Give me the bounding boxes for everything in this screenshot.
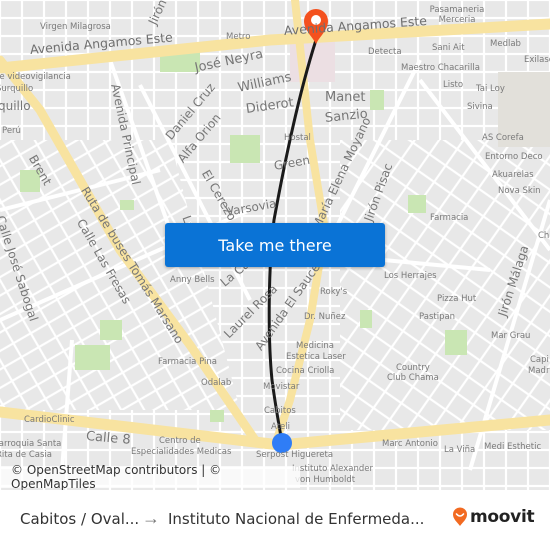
moovit-logo[interactable]: moovit bbox=[452, 507, 535, 527]
poi-label: Cocina Criolla bbox=[276, 366, 335, 376]
park bbox=[408, 195, 426, 213]
route-footer: Cabitos / Oval... → Instituto Nacional d… bbox=[0, 490, 550, 550]
poi-label: Sivina bbox=[467, 102, 493, 112]
poi-label: Detecta bbox=[368, 47, 402, 57]
poi-label: Chi bbox=[538, 231, 550, 241]
poi-label: Virgen Milagrosa bbox=[40, 22, 111, 32]
poi-label: Pizza Hut bbox=[437, 294, 477, 304]
poi-label: Anny Bells bbox=[170, 275, 215, 285]
poi-label: Entorno Deco bbox=[485, 152, 543, 162]
park bbox=[100, 320, 122, 340]
poi-label: Pasamaneria Merceria bbox=[429, 5, 485, 25]
park bbox=[360, 310, 372, 328]
poi-label: Dr. Nuñez bbox=[304, 312, 346, 322]
poi-label: quillo bbox=[0, 99, 31, 113]
poi-label: de videovigilancia bbox=[0, 72, 71, 82]
poi-label: Farmacia bbox=[430, 213, 469, 223]
poi-label: Los Herrajes bbox=[384, 271, 437, 281]
moovit-pin-icon bbox=[453, 507, 467, 526]
poi-label: Cabitos bbox=[264, 406, 296, 416]
poi-label: Movistar bbox=[263, 382, 300, 392]
poi-label: Capi bbox=[530, 355, 549, 365]
poi-label: Listo bbox=[443, 80, 464, 90]
poi-label: Perú bbox=[2, 126, 21, 136]
park bbox=[230, 135, 260, 163]
map-view[interactable]: Avenida Angamos Este Avenida Angamos Est… bbox=[0, 0, 550, 490]
poi-label: Farmacia Pina bbox=[158, 357, 217, 367]
poi-label: Centro de bbox=[159, 436, 201, 446]
poi-label: Instituto Alexander bbox=[292, 464, 373, 474]
poi-label: Medlab bbox=[490, 39, 521, 49]
poi-label: von Humboldt bbox=[295, 475, 356, 485]
poi-label: Exilase bbox=[524, 55, 550, 65]
poi-label: Surquillo bbox=[0, 84, 34, 94]
poi-label: Roky's bbox=[320, 287, 348, 297]
poi-label: Odalab bbox=[201, 378, 232, 388]
poi-label: Hostal bbox=[284, 133, 311, 143]
poi-label: Country bbox=[396, 363, 430, 373]
poi-label: Ateli bbox=[271, 422, 290, 432]
poi-label: Medi Esthetic bbox=[484, 442, 542, 452]
poi-label: Maestro Chacarilla bbox=[401, 63, 480, 73]
poi-label: Mar Grau bbox=[491, 331, 531, 341]
poi-label: Serpost Higuereta bbox=[256, 450, 334, 460]
arrow-right-icon: → bbox=[142, 508, 160, 528]
poi-label: Nova Skin bbox=[498, 186, 541, 196]
park bbox=[120, 200, 134, 210]
poi-label: Pastipan bbox=[419, 312, 456, 322]
poi-label: Sani Ait bbox=[432, 43, 465, 53]
street-label: Calle 8 bbox=[85, 429, 132, 448]
poi-label: Akuarelas bbox=[492, 170, 534, 180]
poi-label: Parroquia Santa bbox=[0, 439, 62, 449]
poi-label: Especialidades Medicas bbox=[131, 447, 232, 457]
park bbox=[370, 90, 384, 110]
poi-label: Metro bbox=[226, 32, 251, 42]
brand-name: moovit bbox=[470, 507, 535, 527]
destination-name: Instituto Nacional de Enfermeda... bbox=[168, 510, 425, 528]
poi-label: Estetica Laser bbox=[286, 352, 346, 362]
poi-label: AS Corefa bbox=[482, 133, 524, 143]
attribution-text[interactable]: © OpenStreetMap contributors | © OpenMap… bbox=[11, 463, 300, 490]
poi-label: Tai Loy bbox=[476, 84, 505, 94]
street-label: Manet bbox=[325, 90, 366, 105]
poi-label: CardioClinic bbox=[24, 415, 75, 425]
take-me-there-button[interactable]: Take me there bbox=[165, 223, 385, 267]
poi-label: Club Chama bbox=[387, 373, 439, 383]
poi-label: Madr bbox=[528, 366, 550, 376]
origin-stop-name: Cabitos / Oval... bbox=[20, 510, 140, 528]
park bbox=[210, 410, 224, 422]
poi-label: Medicina bbox=[296, 341, 334, 351]
park bbox=[75, 345, 110, 370]
poi-label: Rita de Casia bbox=[0, 450, 52, 460]
poi-label: Marc Antonio bbox=[382, 439, 438, 449]
park bbox=[445, 330, 467, 355]
poi-label: La Viña bbox=[444, 445, 476, 455]
map-attribution[interactable]: © OpenStreetMap contributors | © OpenMap… bbox=[0, 463, 300, 490]
